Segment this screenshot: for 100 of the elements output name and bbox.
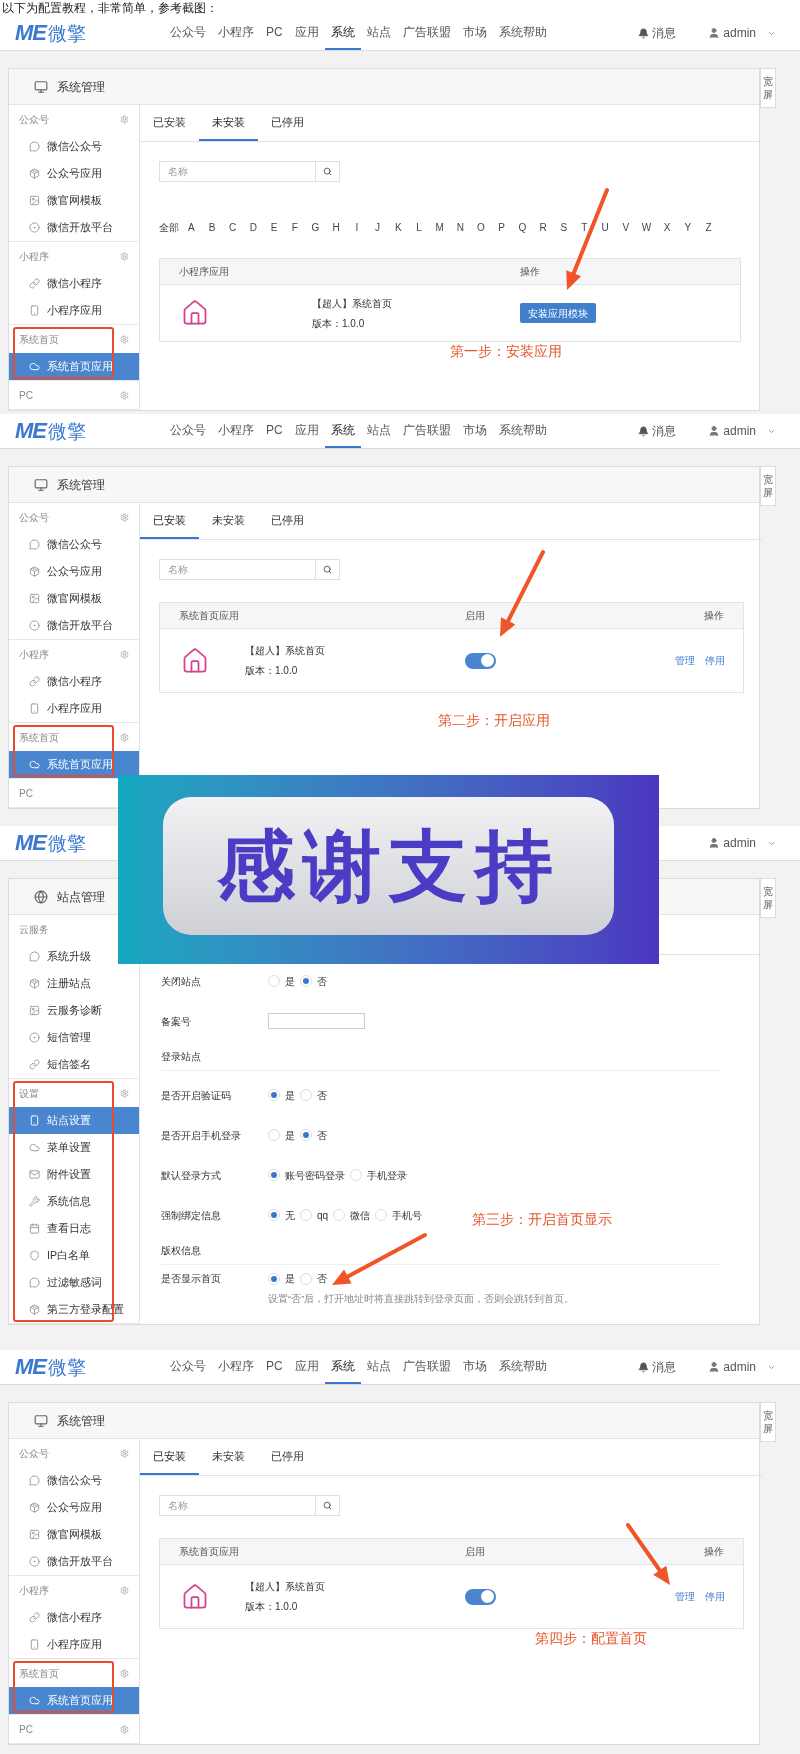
letter-filter[interactable]: I: [355, 220, 359, 235]
settings-icon[interactable]: [120, 1448, 129, 1458]
letter-filter[interactable]: G: [311, 220, 320, 235]
letter-filter[interactable]: U: [601, 220, 609, 235]
letter-filter[interactable]: B: [208, 220, 216, 235]
tab[interactable]: 未安装: [199, 1439, 258, 1475]
messages-link[interactable]: 消息: [652, 422, 677, 440]
nav-link[interactable]: 小程序: [212, 414, 260, 448]
radio-button[interactable]: [300, 1129, 312, 1141]
tab[interactable]: 已停用: [258, 503, 317, 539]
messages-link[interactable]: 消息: [652, 1358, 677, 1376]
letter-filter[interactable]: C: [229, 220, 237, 235]
radio-button[interactable]: [268, 975, 280, 987]
letter-filter[interactable]: S: [560, 220, 568, 235]
user-menu[interactable]: admin: [723, 24, 756, 42]
nav-link[interactable]: 系统帮助: [492, 1350, 553, 1384]
sidebar-item[interactable]: 菜单设置: [9, 1134, 95, 1161]
user-menu[interactable]: admin: [723, 834, 756, 852]
nav-link[interactable]: 站点: [360, 16, 397, 50]
radio-button[interactable]: [350, 1169, 362, 1181]
nav-link[interactable]: 市场: [456, 16, 493, 50]
nav-link[interactable]: 小程序: [212, 16, 260, 50]
nav-link[interactable]: 系统帮助: [492, 16, 553, 50]
letter-filter[interactable]: F: [291, 220, 298, 235]
sidebar-item[interactable]: 微信开放平台: [9, 612, 117, 639]
radio-button[interactable]: [375, 1209, 388, 1221]
letter-filter[interactable]: X: [663, 220, 671, 235]
action-link[interactable]: 停用: [705, 1589, 725, 1604]
sidebar-item[interactable]: 小程序应用: [9, 695, 106, 722]
sidebar-item[interactable]: 注册站点: [9, 970, 95, 997]
letter-filter[interactable]: Y: [684, 220, 692, 235]
sidebar-item[interactable]: 微信小程序: [9, 270, 106, 297]
settings-icon[interactable]: [120, 1668, 129, 1678]
nav-link[interactable]: 小程序: [212, 1350, 260, 1384]
radio-button[interactable]: [300, 1272, 312, 1285]
settings-icon[interactable]: [120, 649, 129, 659]
sidebar-item[interactable]: 公众号应用: [9, 160, 106, 187]
letter-filter[interactable]: E: [270, 220, 278, 235]
sidebar-item[interactable]: 云服务诊断: [9, 997, 106, 1024]
letter-filter[interactable]: T: [581, 220, 588, 235]
letter-filter[interactable]: J: [375, 220, 381, 235]
nav-link[interactable]: PC: [260, 414, 289, 448]
sidebar-item[interactable]: 微信开放平台: [9, 214, 117, 241]
nav-link[interactable]: 公众号: [164, 1350, 212, 1384]
tab[interactable]: 未安装: [199, 503, 258, 539]
settings-icon[interactable]: [120, 114, 129, 124]
sidebar-item[interactable]: IP白名单: [9, 1242, 94, 1269]
sidebar-item[interactable]: 微信开放平台: [9, 1548, 117, 1575]
letter-filter[interactable]: 全部: [159, 220, 179, 235]
sidebar-item[interactable]: 微信公众号: [9, 133, 106, 160]
radio-button[interactable]: [333, 1209, 346, 1221]
letter-filter[interactable]: A: [188, 220, 195, 235]
search-input[interactable]: 名称: [159, 559, 316, 580]
letter-filter[interactable]: P: [498, 220, 505, 235]
sidebar-item[interactable]: 微官网模板: [9, 187, 106, 214]
letter-filter[interactable]: V: [622, 220, 630, 235]
nav-link[interactable]: 市场: [456, 1350, 493, 1384]
nav-link[interactable]: 系统帮助: [492, 414, 553, 448]
sidebar-item[interactable]: 系统首页应用: [9, 353, 139, 380]
sidebar-item[interactable]: 短信管理: [9, 1024, 95, 1051]
settings-icon[interactable]: [120, 1724, 129, 1734]
letter-filter[interactable]: Q: [518, 220, 527, 235]
letter-filter[interactable]: M: [435, 220, 444, 235]
search-input[interactable]: 名称: [159, 1495, 316, 1516]
user-menu[interactable]: admin: [723, 422, 756, 440]
search-input[interactable]: 名称: [159, 161, 316, 182]
settings-icon[interactable]: [120, 1585, 129, 1595]
nav-link[interactable]: PC: [260, 16, 289, 50]
radio-button[interactable]: [268, 1209, 280, 1221]
nav-link[interactable]: 广告联盟: [396, 1350, 457, 1384]
user-menu[interactable]: admin: [723, 1358, 756, 1376]
letter-filter[interactable]: H: [332, 220, 340, 235]
sidebar-item[interactable]: 查看日志: [9, 1215, 95, 1242]
wide-screen-tab[interactable]: 宽屏: [760, 466, 776, 506]
nav-link[interactable]: 公众号: [164, 414, 212, 448]
radio-button[interactable]: [300, 975, 312, 987]
text-input[interactable]: [268, 1013, 365, 1029]
letter-filter[interactable]: Z: [705, 220, 712, 235]
action-link[interactable]: 管理: [675, 653, 695, 668]
install-button[interactable]: 安装应用模块: [520, 303, 596, 323]
settings-icon[interactable]: [120, 334, 129, 344]
sidebar-item[interactable]: 系统首页应用: [9, 1687, 139, 1714]
nav-link[interactable]: 广告联盟: [396, 16, 457, 50]
sidebar-item[interactable]: 过滤敏感词: [9, 1269, 106, 1296]
tab[interactable]: 已安装: [140, 503, 199, 539]
search-button[interactable]: [316, 1495, 340, 1516]
nav-link[interactable]: 应用: [288, 1350, 325, 1384]
sidebar-item[interactable]: 微信公众号: [9, 1467, 106, 1494]
sidebar-item[interactable]: 小程序应用: [9, 297, 106, 324]
sidebar-item[interactable]: 附件设置: [9, 1161, 95, 1188]
toggle-switch[interactable]: [465, 1588, 496, 1605]
nav-link[interactable]: 站点: [360, 1350, 397, 1384]
sidebar-item[interactable]: 短信签名: [9, 1051, 95, 1078]
messages-link[interactable]: 消息: [652, 24, 677, 42]
sidebar-item[interactable]: 公众号应用: [9, 558, 106, 585]
letter-filter[interactable]: N: [456, 220, 464, 235]
action-link[interactable]: 停用: [705, 653, 725, 668]
tab[interactable]: 已停用: [258, 105, 317, 141]
nav-link[interactable]: 应用: [288, 414, 325, 448]
settings-icon[interactable]: [120, 251, 129, 261]
